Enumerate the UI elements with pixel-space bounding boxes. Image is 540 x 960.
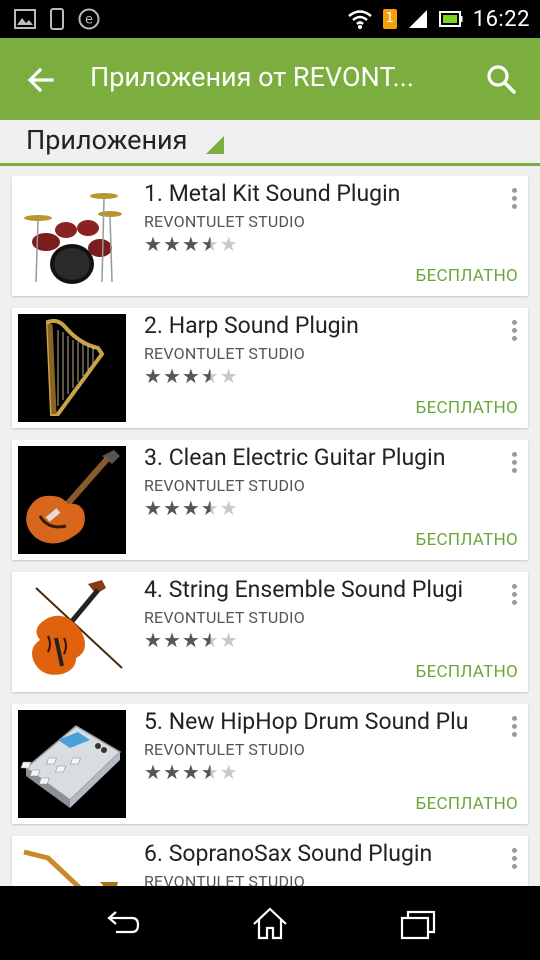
phone-icon xyxy=(50,8,64,30)
overflow-menu-icon[interactable] xyxy=(506,318,522,346)
home-icon xyxy=(253,907,287,940)
status-bar: e 1 16:22 xyxy=(0,0,540,38)
star-half-icon: ★ xyxy=(200,628,220,652)
star-empty-icon: ★ xyxy=(219,232,239,256)
wifi-icon xyxy=(347,10,372,29)
status-time: 16:22 xyxy=(472,6,530,32)
signal-icon xyxy=(408,10,427,28)
overflow-menu-icon[interactable] xyxy=(506,450,522,478)
battery-icon xyxy=(438,11,463,27)
nav-recents-button[interactable] xyxy=(398,904,438,944)
star-full-icon: ★ xyxy=(181,760,201,784)
recents-icon xyxy=(400,910,436,940)
price-label: БЕСПЛАТНО xyxy=(415,398,518,418)
overflow-menu-icon[interactable] xyxy=(506,186,522,214)
gallery-icon xyxy=(14,9,36,29)
star-full-icon: ★ xyxy=(181,496,201,520)
app-developer: REVONTULET STUDIO xyxy=(144,740,305,759)
overflow-menu-icon[interactable] xyxy=(506,714,522,742)
star-empty-icon: ★ xyxy=(219,760,239,784)
app-developer: REVONTULET STUDIO xyxy=(144,476,305,495)
app-developer: REVONTULET STUDIO xyxy=(144,872,305,886)
sim-badge: 1 xyxy=(382,9,397,29)
back-button[interactable] xyxy=(24,63,58,97)
page-title: Приложения от REVONT... xyxy=(90,61,414,93)
app-title: 2. Harp Sound Plugin xyxy=(144,312,359,339)
app-title: 5. New HipHop Drum Sound Plu xyxy=(144,708,469,735)
overflow-menu-icon[interactable] xyxy=(506,846,522,874)
app-list[interactable]: 1. Metal Kit Sound Plugin REVONTULET STU… xyxy=(0,166,540,886)
star-rating: ★★★★★ xyxy=(144,760,239,784)
harp-icon xyxy=(18,314,126,422)
search-button[interactable] xyxy=(484,62,518,96)
star-empty-icon: ★ xyxy=(219,364,239,388)
electric-guitar-icon xyxy=(18,446,126,554)
star-full-icon: ★ xyxy=(144,628,163,652)
star-full-icon: ★ xyxy=(144,232,163,256)
app-developer: REVONTULET STUDIO xyxy=(144,608,305,627)
star-half-icon: ★ xyxy=(200,364,220,388)
price-label: БЕСПЛАТНО xyxy=(415,794,518,814)
app-card[interactable]: 2. Harp Sound Plugin REVONTULET STUDIO ★… xyxy=(12,308,528,428)
drum-kit-icon xyxy=(18,182,126,290)
star-rating: ★★★★★ xyxy=(144,232,239,256)
navigation-bar xyxy=(0,886,540,960)
app-card[interactable]: 3. Clean Electric Guitar Plugin REVONTUL… xyxy=(12,440,528,560)
star-full-icon: ★ xyxy=(144,496,163,520)
action-bar: Приложения от REVONT... xyxy=(0,38,540,120)
star-rating: ★★★★★ xyxy=(144,628,239,652)
nav-back-button[interactable] xyxy=(102,904,142,944)
star-full-icon: ★ xyxy=(144,364,163,388)
section-title[interactable]: Приложения xyxy=(26,124,187,156)
app-card[interactable]: 1. Metal Kit Sound Plugin REVONTULET STU… xyxy=(12,176,528,296)
svg-text:e: e xyxy=(85,13,93,28)
star-empty-icon: ★ xyxy=(219,496,239,520)
dropdown-triangle-icon xyxy=(206,136,224,154)
nav-home-button[interactable] xyxy=(250,904,290,944)
star-rating: ★★★★★ xyxy=(144,496,239,520)
star-half-icon: ★ xyxy=(200,232,220,256)
star-full-icon: ★ xyxy=(162,628,182,652)
violin-icon xyxy=(18,578,126,686)
arrow-back-icon xyxy=(27,67,54,93)
star-half-icon: ★ xyxy=(200,496,220,520)
app-title: 4. String Ensemble Sound Plugi xyxy=(144,576,464,603)
app-card[interactable]: 4. String Ensemble Sound Plugi REVONTULE… xyxy=(12,572,528,692)
saxophone-icon xyxy=(18,842,126,886)
star-full-icon: ★ xyxy=(162,496,182,520)
section-header: Приложения xyxy=(0,120,540,166)
star-rating: ★★★★★ xyxy=(144,364,239,388)
star-empty-icon: ★ xyxy=(219,628,239,652)
star-half-icon: ★ xyxy=(200,760,220,784)
browser-icon: e xyxy=(78,8,100,30)
star-full-icon: ★ xyxy=(181,628,201,652)
search-icon xyxy=(487,65,516,94)
star-full-icon: ★ xyxy=(181,364,201,388)
app-card[interactable]: 5. New HipHop Drum Sound Plu REVONTULET … xyxy=(12,704,528,824)
app-card[interactable]: 6. SopranoSax Sound Plugin REVONTULET ST… xyxy=(12,836,528,886)
app-title: 3. Clean Electric Guitar Plugin xyxy=(144,444,446,471)
back-nav-icon xyxy=(107,911,140,934)
app-title: 6. SopranoSax Sound Plugin xyxy=(144,840,433,867)
star-full-icon: ★ xyxy=(144,760,163,784)
app-developer: REVONTULET STUDIO xyxy=(144,212,305,231)
star-full-icon: ★ xyxy=(162,760,182,784)
app-title: 1. Metal Kit Sound Plugin xyxy=(144,180,401,207)
price-label: БЕСПЛАТНО xyxy=(415,662,518,682)
star-full-icon: ★ xyxy=(181,232,201,256)
star-full-icon: ★ xyxy=(162,232,182,256)
price-label: БЕСПЛАТНО xyxy=(415,530,518,550)
star-full-icon: ★ xyxy=(162,364,182,388)
drum-machine-icon xyxy=(18,710,126,818)
price-label: БЕСПЛАТНО xyxy=(415,266,518,286)
app-developer: REVONTULET STUDIO xyxy=(144,344,305,363)
overflow-menu-icon[interactable] xyxy=(506,582,522,610)
